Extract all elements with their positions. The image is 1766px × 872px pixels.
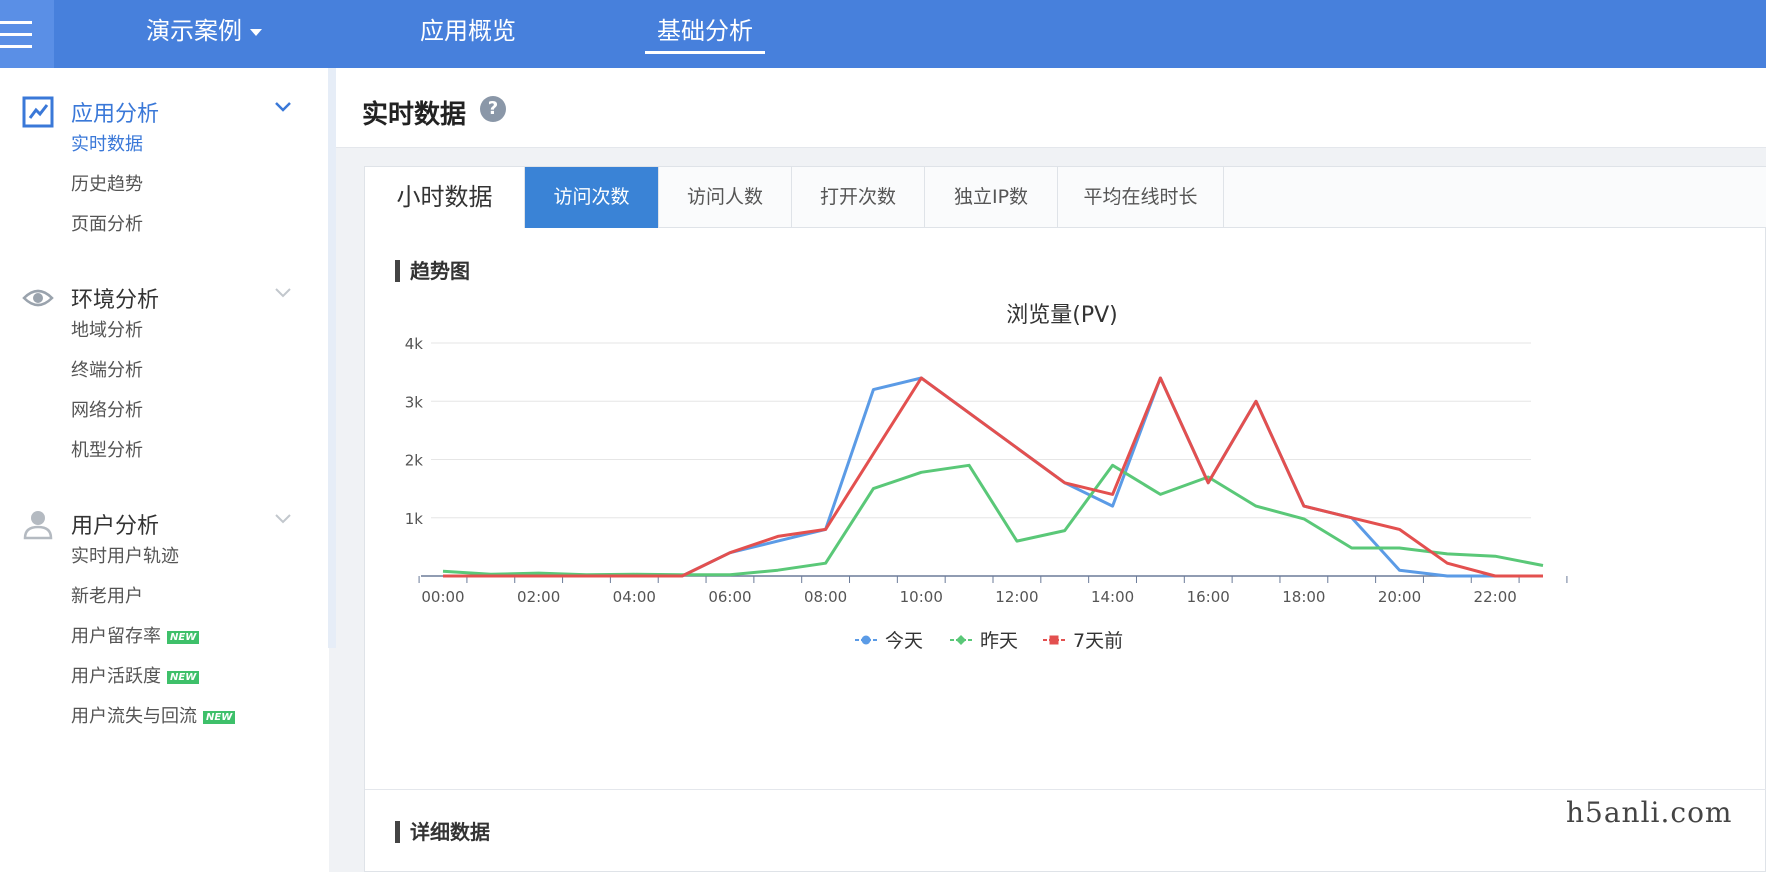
sidebar-item-label: 用户留存率: [71, 626, 161, 647]
x-tick-label: 12:00: [995, 588, 1038, 606]
series-line-0: [443, 376, 1543, 578]
sidebar-item-terminal[interactable]: 终端分析: [71, 356, 143, 382]
eye-icon: [22, 289, 54, 307]
sidebar-item-history[interactable]: 历史趋势: [71, 170, 143, 196]
sidebar-group-app-analysis[interactable]: 应用分析: [0, 82, 329, 138]
page-header: 实时数据 ?: [336, 68, 1766, 148]
x-tick-label: 18:00: [1282, 588, 1325, 606]
sidebar-group-env-analysis[interactable]: 环境分析: [0, 268, 329, 324]
tab-visitors[interactable]: 访问人数: [659, 167, 792, 228]
sidebar-item-new-old-users[interactable]: 新老用户: [71, 582, 143, 608]
tab-visits[interactable]: 访问次数: [525, 167, 659, 228]
sidebar-item-region[interactable]: 地域分析: [71, 316, 143, 342]
x-tick-label: 06:00: [708, 588, 751, 606]
legend-label: 7天前: [1073, 630, 1123, 652]
case-selector[interactable]: 演示案例: [146, 0, 262, 68]
user-icon: [23, 511, 53, 540]
hamburger-menu-icon[interactable]: [0, 0, 54, 68]
nav-basic-analysis[interactable]: 基础分析: [645, 0, 765, 68]
sidebar-item-activity[interactable]: 用户活跃度 NEW: [71, 662, 200, 688]
chart-title: 浏览量(PV): [1006, 303, 1117, 328]
nav-app-overview[interactable]: 应用概览: [420, 0, 516, 68]
series-line-1: [442, 463, 1544, 577]
x-tick-label: 02:00: [517, 588, 560, 606]
sidebar: 应用分析 实时数据 历史趋势 页面分析 环境分析 地域分析 终端分析 网络分析 …: [0, 68, 329, 872]
legend-label: 昨天: [980, 630, 1018, 652]
tab-avg-online[interactable]: 平均在线时长: [1058, 167, 1224, 228]
sidebar-item-label: 用户活跃度: [71, 666, 161, 687]
y-tick-label: 2k: [405, 452, 424, 470]
sidebar-group-label: 用户分析: [71, 514, 160, 539]
legend-marker-diamond: [956, 635, 966, 645]
top-navbar: 演示案例 应用概览 基础分析: [0, 0, 1766, 68]
sidebar-item-user-trail[interactable]: 实时用户轨迹: [71, 542, 179, 568]
watermark: h5anli.com: [1566, 796, 1733, 829]
sidebar-item-pages[interactable]: 页面分析: [71, 210, 143, 236]
sidebar-item-retention[interactable]: 用户留存率 NEW: [71, 622, 200, 648]
x-tick-label: 10:00: [900, 588, 943, 606]
x-tick-label: 08:00: [804, 588, 847, 606]
x-tick-label: 20:00: [1378, 588, 1421, 606]
page-title: 实时数据: [362, 100, 467, 130]
sidebar-scrollbar[interactable]: [328, 68, 336, 648]
legend-marker-square: [1049, 635, 1059, 645]
y-tick-label: 3k: [405, 393, 424, 411]
sidebar-item-label: 用户流失与回流: [71, 706, 197, 727]
tab-group-title: 小时数据: [365, 167, 525, 228]
x-tick-label: 14:00: [1091, 588, 1134, 606]
data-card: 小时数据 访问次数 访问人数 打开次数 独立IP数 平均在线时长 趋势图 浏览量…: [364, 166, 1766, 872]
tab-bar: 小时数据 访问次数 访问人数 打开次数 独立IP数 平均在线时长: [365, 167, 1766, 228]
legend-label: 今天: [885, 630, 923, 652]
detail-section-title: 详细数据: [395, 821, 490, 843]
chart-svg: 浏览量(PV) 1k 2k 3k 4k 00:00 02:00 04:00 06:00 08:0…: [405, 303, 1568, 652]
x-tick-label: 16:00: [1187, 588, 1230, 606]
y-tick-label: 1k: [405, 510, 424, 528]
new-badge: NEW: [167, 630, 200, 644]
sidebar-item-realtime[interactable]: 实时数据: [71, 130, 143, 156]
chevron-down-icon: [275, 514, 291, 524]
chevron-down-icon: [275, 288, 291, 298]
tab-unique-ip[interactable]: 独立IP数: [925, 167, 1058, 228]
chevron-down-icon: [275, 102, 291, 112]
line-chart-icon: [22, 96, 54, 128]
sidebar-group-label: 应用分析: [71, 102, 160, 127]
new-badge: NEW: [203, 710, 236, 724]
tab-opens[interactable]: 打开次数: [792, 167, 925, 228]
pv-line-chart: 浏览量(PV) 1k 2k 3k 4k 00:00 02:00 04:00 06:00 08:0…: [365, 267, 1766, 787]
sidebar-item-churn[interactable]: 用户流失与回流 NEW: [71, 702, 236, 728]
help-icon[interactable]: ?: [480, 96, 506, 122]
sidebar-item-device[interactable]: 机型分析: [71, 436, 143, 462]
caret-down-icon: [250, 28, 262, 36]
x-tick-label: 04:00: [613, 588, 656, 606]
case-selector-label: 演示案例: [146, 17, 242, 45]
y-tick-label: 4k: [405, 335, 424, 353]
legend-marker-circle: [861, 635, 871, 645]
x-tick-label: 00:00: [421, 588, 464, 606]
new-badge: NEW: [167, 670, 200, 684]
sidebar-item-network[interactable]: 网络分析: [71, 396, 143, 422]
sidebar-group-label: 环境分析: [71, 288, 160, 313]
section-divider: [365, 789, 1766, 790]
x-tick-label: 22:00: [1474, 588, 1517, 606]
